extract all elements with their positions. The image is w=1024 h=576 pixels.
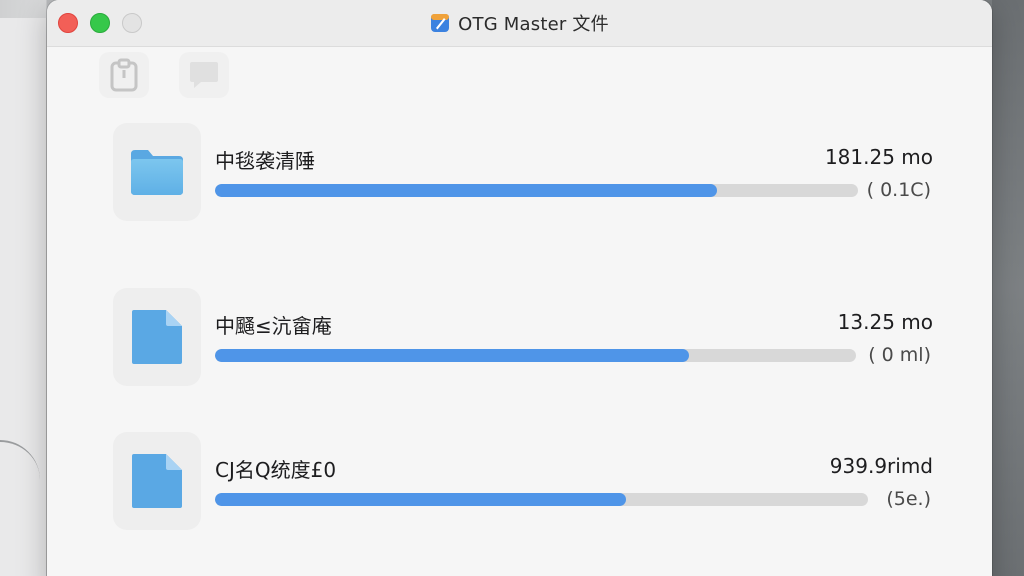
title-bar[interactable]: OTG Master 文件 <box>47 0 992 47</box>
file-thumbnail <box>113 123 201 221</box>
progress-track <box>215 349 856 362</box>
message-button[interactable] <box>179 52 229 98</box>
document-icon <box>132 454 182 508</box>
folder-icon <box>131 150 183 195</box>
app-window: OTG Master 文件 中毯袭清陲 181.25 mo (0.1C) 中颾… <box>47 0 992 576</box>
file-name: 中颾≤沆畲庵 <box>215 314 332 338</box>
clipboard-icon <box>110 58 138 92</box>
window-title: OTG Master 文件 <box>458 14 609 35</box>
window-title-group: OTG Master 文件 <box>47 0 992 46</box>
file-thumbnail <box>113 288 201 386</box>
file-meta: ( 0 ml) <box>868 344 931 366</box>
file-name: 中毯袭清陲 <box>215 149 315 173</box>
file-name: CJ名Q统度£0 <box>215 458 337 482</box>
file-row[interactable]: 中毯袭清陲 181.25 mo ( 0.1C) <box>113 123 933 221</box>
file-size: 13.25 mo <box>837 310 933 334</box>
file-row[interactable]: 中颾≤沆畲庵 13.25 mo ( 0 ml) <box>113 288 933 386</box>
file-meta: ( 0.1C) <box>866 179 931 201</box>
clipboard-button[interactable] <box>99 52 149 98</box>
progress-track <box>215 493 868 506</box>
document-icon <box>132 310 182 364</box>
progress-fill <box>215 349 690 362</box>
chat-bubble-icon <box>190 62 218 88</box>
file-row[interactable]: CJ名Q统度£0 939.9rimd (5e.) <box>113 432 933 530</box>
app-icon <box>431 14 450 32</box>
file-size: 181.25 mo <box>824 145 933 169</box>
file-thumbnail <box>113 432 201 530</box>
file-size: 939.9rimd <box>829 454 933 478</box>
file-meta: (5e.) <box>886 488 931 510</box>
desktop-background-right <box>992 0 1024 576</box>
progress-track <box>215 184 858 197</box>
progress-fill <box>215 493 627 506</box>
progress-fill <box>215 184 717 197</box>
